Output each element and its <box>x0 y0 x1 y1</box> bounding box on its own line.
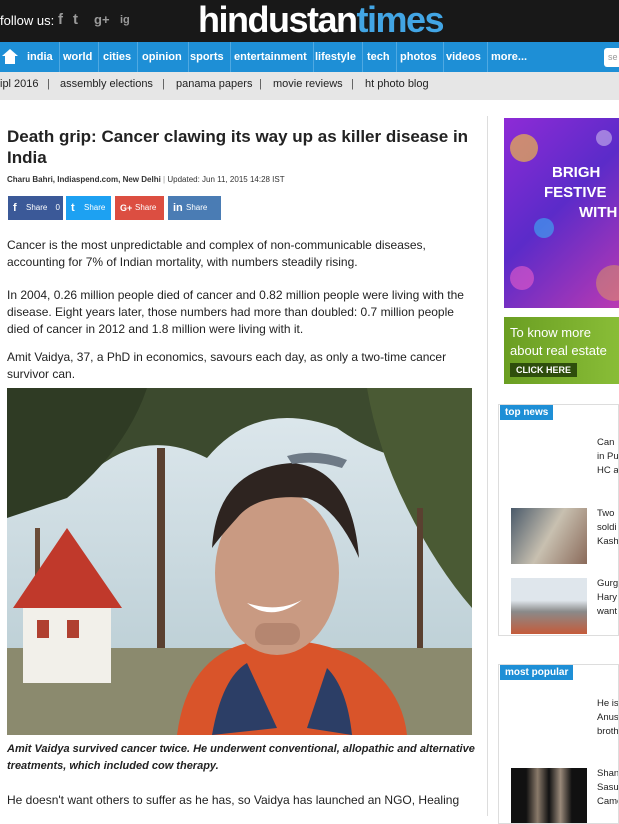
separator: | <box>47 78 50 90</box>
google-plus-icon[interactable]: g+ <box>94 11 110 29</box>
nav-item-entertainment[interactable]: entertainment <box>228 42 314 72</box>
home-button[interactable] <box>0 42 20 72</box>
news-headline[interactable]: ShanSasuCame <box>597 767 618 809</box>
news-thumbnail[interactable] <box>511 578 587 634</box>
ad-text-line: about real estate <box>510 343 607 358</box>
article-title: Death grip: Cancer clawing its way up as… <box>7 127 469 167</box>
nav-item-videos[interactable]: videos <box>440 42 488 72</box>
facebook-icon: f <box>13 202 17 214</box>
trending-ht-photo-blog[interactable]: ht photo blog <box>365 78 429 90</box>
trending-ipl-2016[interactable]: ipl 2016 <box>0 78 39 90</box>
article-paragraph: In 2004, 0.26 million people died of can… <box>7 288 464 336</box>
ad-text-line: To know more <box>510 325 591 340</box>
news-headline[interactable]: He is Anus broth <box>597 697 618 739</box>
news-headline[interactable]: Can Iin Pu HC a <box>597 436 618 478</box>
nav-item-tech[interactable]: tech <box>361 42 397 72</box>
separator: | <box>351 78 354 90</box>
trending-bar: ipl 2016 | assembly elections | panama p… <box>0 72 619 100</box>
updated-timestamp: Updated: Jun 11, 2015 14:28 IST <box>167 175 285 184</box>
trending-panama-papers[interactable]: panama papers <box>176 78 252 90</box>
linkedin-icon: in <box>173 202 183 214</box>
nav-item-lifestyle[interactable]: lifestyle <box>309 42 363 72</box>
top-news-heading: top news <box>500 405 554 420</box>
separator: | <box>162 78 165 90</box>
article-paragraph: Cancer is the most unpredictable and com… <box>7 238 426 269</box>
article-paragraph: He doesn't want others to suffer as he h… <box>7 793 460 807</box>
ad-text-line: FESTIVE <box>544 184 607 201</box>
instagram-icon[interactable]: ig <box>120 11 130 29</box>
news-headline[interactable]: Two soldi Kash <box>597 507 618 549</box>
share-label: Share <box>84 203 106 212</box>
article-photo <box>7 388 472 735</box>
news-thumbnail[interactable] <box>511 438 587 494</box>
nav-item-world[interactable]: world <box>57 42 100 72</box>
nav-item-sports[interactable]: sports <box>184 42 231 72</box>
news-thumbnail[interactable] <box>511 698 587 754</box>
byline: Charu Bahri, Indiaspend.com, New Delhi |… <box>7 175 285 184</box>
ad-text-line: BRIGH <box>552 164 601 181</box>
article-paragraph: Amit Vaidya, 37, a PhD in economics, sav… <box>7 350 447 381</box>
nav-item-opinion[interactable]: opinion <box>136 42 189 72</box>
photo-caption: Amit Vaidya survived cancer twice. He un… <box>7 743 475 772</box>
twitter-icon[interactable]: t <box>73 11 78 29</box>
share-label: Share <box>135 203 157 212</box>
share-label: Share <box>186 203 208 212</box>
most-popular-panel: most popular He isAnusbroth ShanSasuCame <box>498 664 619 824</box>
nav-item-india[interactable]: india <box>21 42 60 72</box>
main-nav: india world cities opinion sports entert… <box>0 42 619 72</box>
linkedin-share-button[interactable]: in Share <box>168 196 221 220</box>
sidebar: BRIGH FESTIVE WITH To know more about re… <box>498 116 619 824</box>
top-bar: follow us: f t g+ ig hindustantimes <box>0 0 619 42</box>
trending-movie-reviews[interactable]: movie reviews <box>273 78 343 90</box>
facebook-share-button[interactable]: f Share 0 <box>8 196 63 220</box>
nav-item-more[interactable]: more... <box>485 42 533 72</box>
facebook-icon[interactable]: f <box>58 11 63 29</box>
click-here-button[interactable]: CLICK HERE <box>510 363 578 377</box>
ad-text-line: WITH <box>579 204 618 221</box>
news-thumbnail[interactable] <box>511 768 587 823</box>
nav-item-cities[interactable]: cities <box>97 42 139 72</box>
real-estate-ad-banner[interactable]: To know more about real estate CLICK HER… <box>504 317 619 384</box>
news-thumbnail[interactable] <box>511 508 587 564</box>
google-plus-icon: G+ <box>120 203 133 213</box>
separator: | <box>259 78 262 90</box>
nav-item-photos[interactable]: photos <box>394 42 444 72</box>
festive-ad-banner[interactable]: BRIGH FESTIVE WITH <box>504 118 619 308</box>
top-news-panel: top news Can Iin Pu HC a Two soldi Kash Gur… <box>498 404 619 636</box>
trending-assembly-elections[interactable]: assembly elections <box>60 78 153 90</box>
site-logo[interactable]: hindustantimes <box>198 0 445 41</box>
follow-us-label: follow us: <box>0 13 55 28</box>
search-input[interactable]: se <box>604 48 619 67</box>
share-count: 0 <box>55 203 60 212</box>
twitter-share-button[interactable]: t Share <box>66 196 111 220</box>
author: Charu Bahri, Indiaspend.com, New Delhi <box>7 175 161 184</box>
twitter-icon: t <box>71 202 75 214</box>
most-popular-heading: most popular <box>500 665 574 680</box>
news-headline[interactable]: Gurg Hary want <box>597 577 618 619</box>
article: Death grip: Cancer clawing its way up as… <box>0 116 488 816</box>
share-label: Share <box>26 203 48 212</box>
home-icon <box>2 49 18 64</box>
google-share-button[interactable]: G+ Share <box>115 196 164 220</box>
